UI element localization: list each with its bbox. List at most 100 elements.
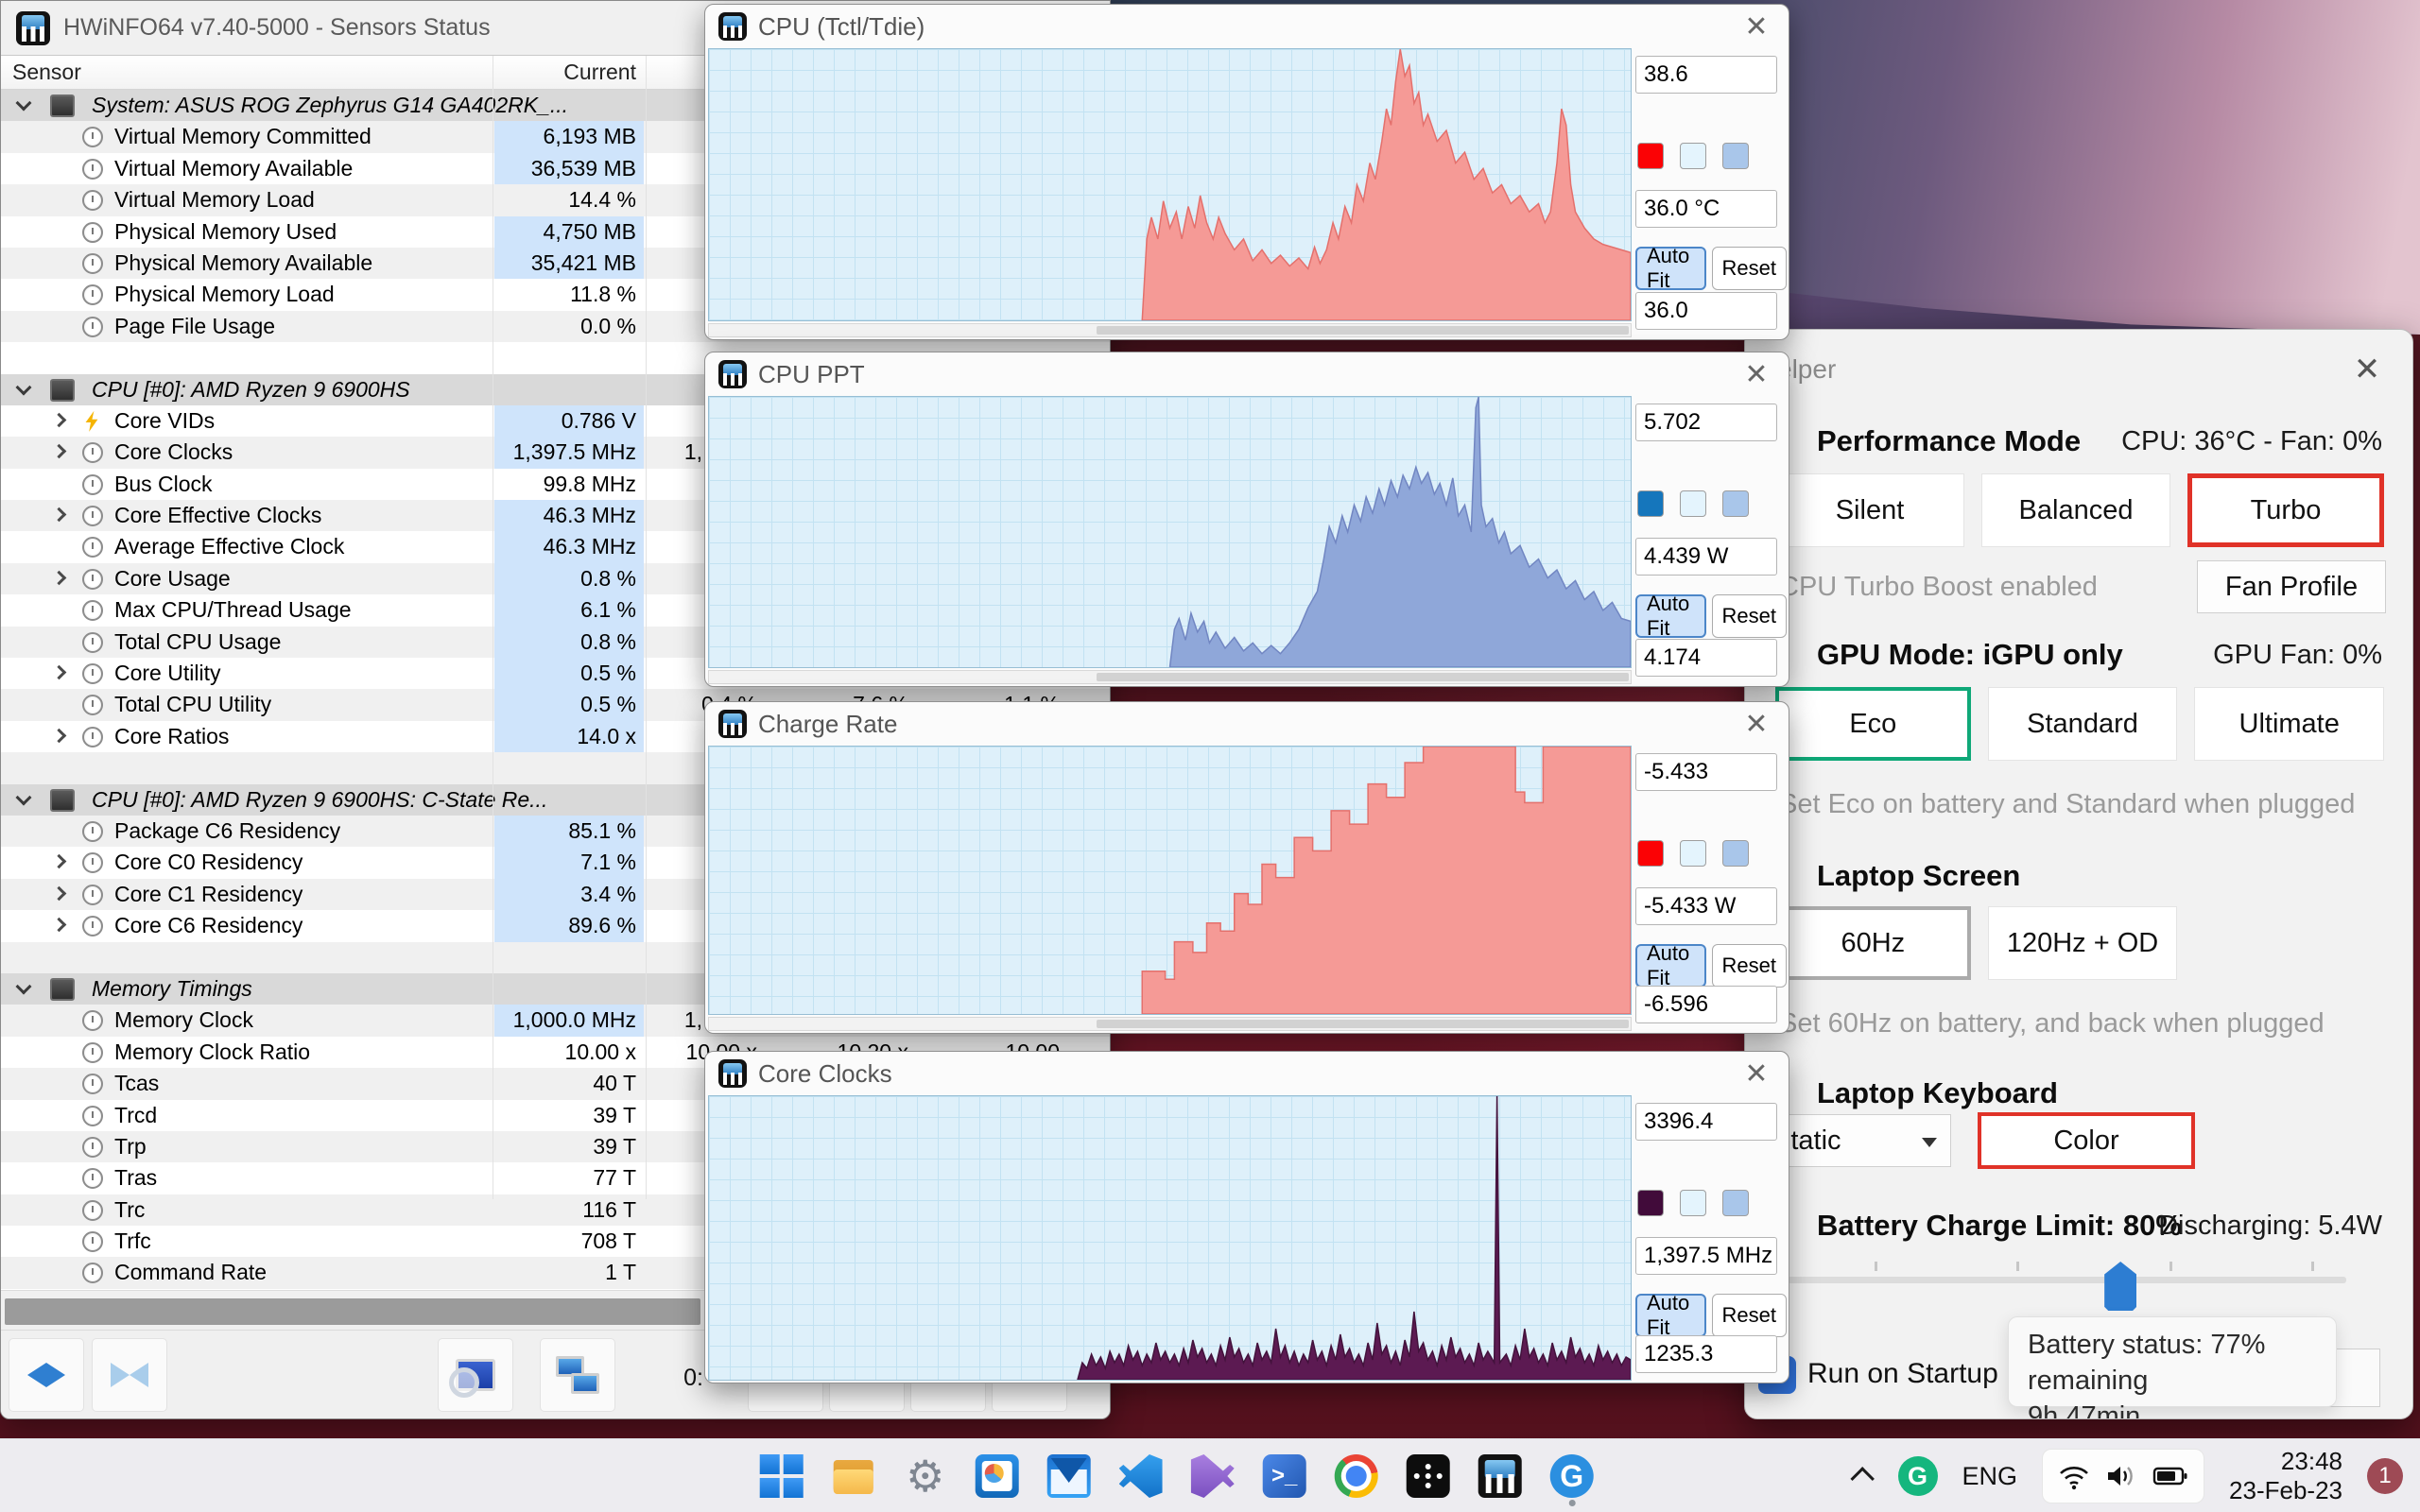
auto-fit-button[interactable]: Auto Fit	[1635, 1291, 1706, 1339]
auto-fit-button[interactable]: Auto Fit	[1635, 941, 1706, 989]
background-color-swatch[interactable]	[1680, 490, 1706, 517]
taskbar-icon-file-explorer[interactable]	[832, 1454, 875, 1498]
chevron-collapsed-icon[interactable]	[51, 412, 67, 428]
fan-profile-button[interactable]: Fan Profile	[2197, 560, 2386, 613]
column-sensor[interactable]: Sensor	[12, 60, 81, 85]
taskbar-icon-start[interactable]	[759, 1454, 804, 1498]
graph-plot[interactable]	[708, 1095, 1632, 1381]
ghelper-button-standard[interactable]: Standard	[1987, 687, 2178, 761]
background-color-swatch[interactable]	[1680, 1190, 1706, 1216]
series-color-swatch[interactable]	[1637, 490, 1664, 517]
graph-plot[interactable]	[708, 48, 1632, 321]
chevron-collapsed-icon[interactable]	[51, 664, 67, 680]
reset-button[interactable]: Reset	[1711, 594, 1787, 638]
taskbar-icon-visual-studio[interactable]	[1191, 1454, 1235, 1498]
collapse-columns-button[interactable]	[92, 1338, 167, 1412]
taskbar-icon-terminal[interactable]	[1406, 1454, 1450, 1498]
grammarly-tray-icon[interactable]: G	[1897, 1456, 1938, 1496]
notification-badge[interactable]: 1	[2367, 1458, 2403, 1494]
language-indicator[interactable]: ENG	[1962, 1462, 2018, 1491]
grid-color-swatch[interactable]	[1722, 143, 1749, 169]
graph-max-value: 3396.4	[1635, 1103, 1777, 1141]
slider-thumb[interactable]	[2104, 1262, 2137, 1311]
reset-button[interactable]: Reset	[1711, 1294, 1787, 1337]
graph-title: CPU PPT	[758, 359, 865, 388]
chevron-collapsed-icon[interactable]	[51, 854, 67, 869]
scrollbar-thumb[interactable]	[1096, 1020, 1629, 1028]
graph-titlebar[interactable]: CPU PPT	[705, 352, 1789, 396]
ghelper-button-eco[interactable]: Eco	[1775, 687, 1971, 761]
taskbar-icon-powershell[interactable]: >_	[1262, 1454, 1306, 1498]
close-icon[interactable]: ✕	[1739, 708, 1773, 741]
close-icon[interactable]: ✕	[2348, 351, 2386, 388]
taskbar-icon-mail[interactable]	[1046, 1454, 1091, 1498]
ghelper-button-60hz[interactable]: 60Hz	[1775, 906, 1971, 980]
ghelper-button-ultimate[interactable]: Ultimate	[2194, 687, 2385, 761]
ghelper-button-turbo[interactable]: Turbo	[2187, 473, 2384, 547]
graph-plot[interactable]	[708, 746, 1632, 1015]
ghelper-button-balanced[interactable]: Balanced	[1981, 473, 2170, 547]
chevron-collapsed-icon[interactable]	[51, 444, 67, 459]
close-icon[interactable]: ✕	[1739, 358, 1773, 391]
chevron-expanded-icon[interactable]	[15, 978, 32, 995]
column-current[interactable]: Current	[494, 60, 636, 85]
graph-scrollbar[interactable]	[708, 670, 1632, 684]
chevron-collapsed-icon[interactable]	[51, 570, 67, 586]
sensor-label: Core C6 Residency	[114, 913, 303, 938]
clock-icon	[82, 820, 103, 842]
graph-titlebar[interactable]: Core Clocks	[705, 1052, 1789, 1095]
chevron-collapsed-icon[interactable]	[51, 728, 67, 744]
taskbar-icon-hwinfo[interactable]	[1478, 1454, 1522, 1498]
arrow-right-icon	[46, 1363, 65, 1387]
clock[interactable]: 23:48 23-Feb-23	[2229, 1447, 2342, 1505]
tray-chevron-up-icon[interactable]	[1849, 1467, 1875, 1491]
expand-columns-button[interactable]	[9, 1338, 84, 1412]
graph-scrollbar[interactable]	[708, 323, 1632, 337]
taskbar-icon-vscode[interactable]	[1118, 1454, 1163, 1498]
grid-color-swatch[interactable]	[1722, 1190, 1749, 1216]
close-icon[interactable]: ✕	[1739, 1057, 1773, 1091]
background-color-swatch[interactable]	[1680, 840, 1706, 867]
sensor-label: Physical Memory Used	[114, 218, 337, 244]
chevron-expanded-icon[interactable]	[15, 94, 32, 112]
monitor-search-button[interactable]	[438, 1338, 513, 1412]
series-color-swatch[interactable]	[1637, 143, 1664, 169]
taskbar-icon-g-helper[interactable]: G	[1549, 1454, 1594, 1506]
graph-color-swatches	[1637, 143, 1749, 169]
scrollbar-thumb[interactable]	[1096, 673, 1629, 681]
taskbar-icon-photos-app[interactable]	[975, 1454, 1019, 1498]
close-icon[interactable]: ✕	[1739, 10, 1773, 43]
chevron-collapsed-icon[interactable]	[51, 507, 67, 523]
auto-fit-button[interactable]: Auto Fit	[1635, 592, 1706, 640]
remote-monitoring-button[interactable]	[540, 1338, 615, 1412]
graph-side-panel: 38.6 36.0 °C Auto Fit Reset 36.0	[1634, 48, 1787, 337]
scrollbar-thumb[interactable]	[1096, 326, 1629, 335]
reset-button[interactable]: Reset	[1711, 944, 1787, 988]
auto-fit-button[interactable]: Auto Fit	[1635, 244, 1706, 292]
quick-settings[interactable]	[2042, 1449, 2205, 1503]
chevron-expanded-icon[interactable]	[15, 789, 32, 806]
graph-series	[709, 747, 1631, 1014]
graph-titlebar[interactable]: Charge Rate	[705, 702, 1789, 746]
grid-color-swatch[interactable]	[1722, 840, 1749, 867]
scrollbar-thumb[interactable]	[5, 1298, 700, 1325]
ghelper-button-silent[interactable]: Silent	[1775, 473, 1964, 547]
grid-color-swatch[interactable]	[1722, 490, 1749, 517]
keyboard-color-button[interactable]: Color	[1978, 1112, 2195, 1169]
series-color-swatch[interactable]	[1637, 840, 1664, 867]
sensor-current-value: 1 T	[605, 1260, 636, 1285]
reset-button[interactable]: Reset	[1711, 247, 1787, 290]
taskbar-icon-chrome[interactable]	[1334, 1454, 1378, 1498]
chevron-collapsed-icon[interactable]	[51, 917, 67, 933]
chevron-collapsed-icon[interactable]	[51, 885, 67, 902]
battery-limit-slider[interactable]	[1756, 1262, 2346, 1311]
graph-scrollbar[interactable]	[708, 1017, 1632, 1031]
graph-titlebar[interactable]: CPU (Tctl/Tdie)	[705, 5, 1789, 48]
chevron-expanded-icon[interactable]	[15, 379, 32, 396]
background-color-swatch[interactable]	[1680, 143, 1706, 169]
graph-plot[interactable]	[708, 396, 1632, 668]
ghelper-button-120hz-od[interactable]: 120Hz + OD	[1987, 906, 2178, 980]
series-color-swatch[interactable]	[1637, 1190, 1664, 1216]
graph-current-value: 36.0 °C	[1635, 190, 1777, 228]
taskbar-icon-settings[interactable]: ⚙	[904, 1454, 947, 1498]
